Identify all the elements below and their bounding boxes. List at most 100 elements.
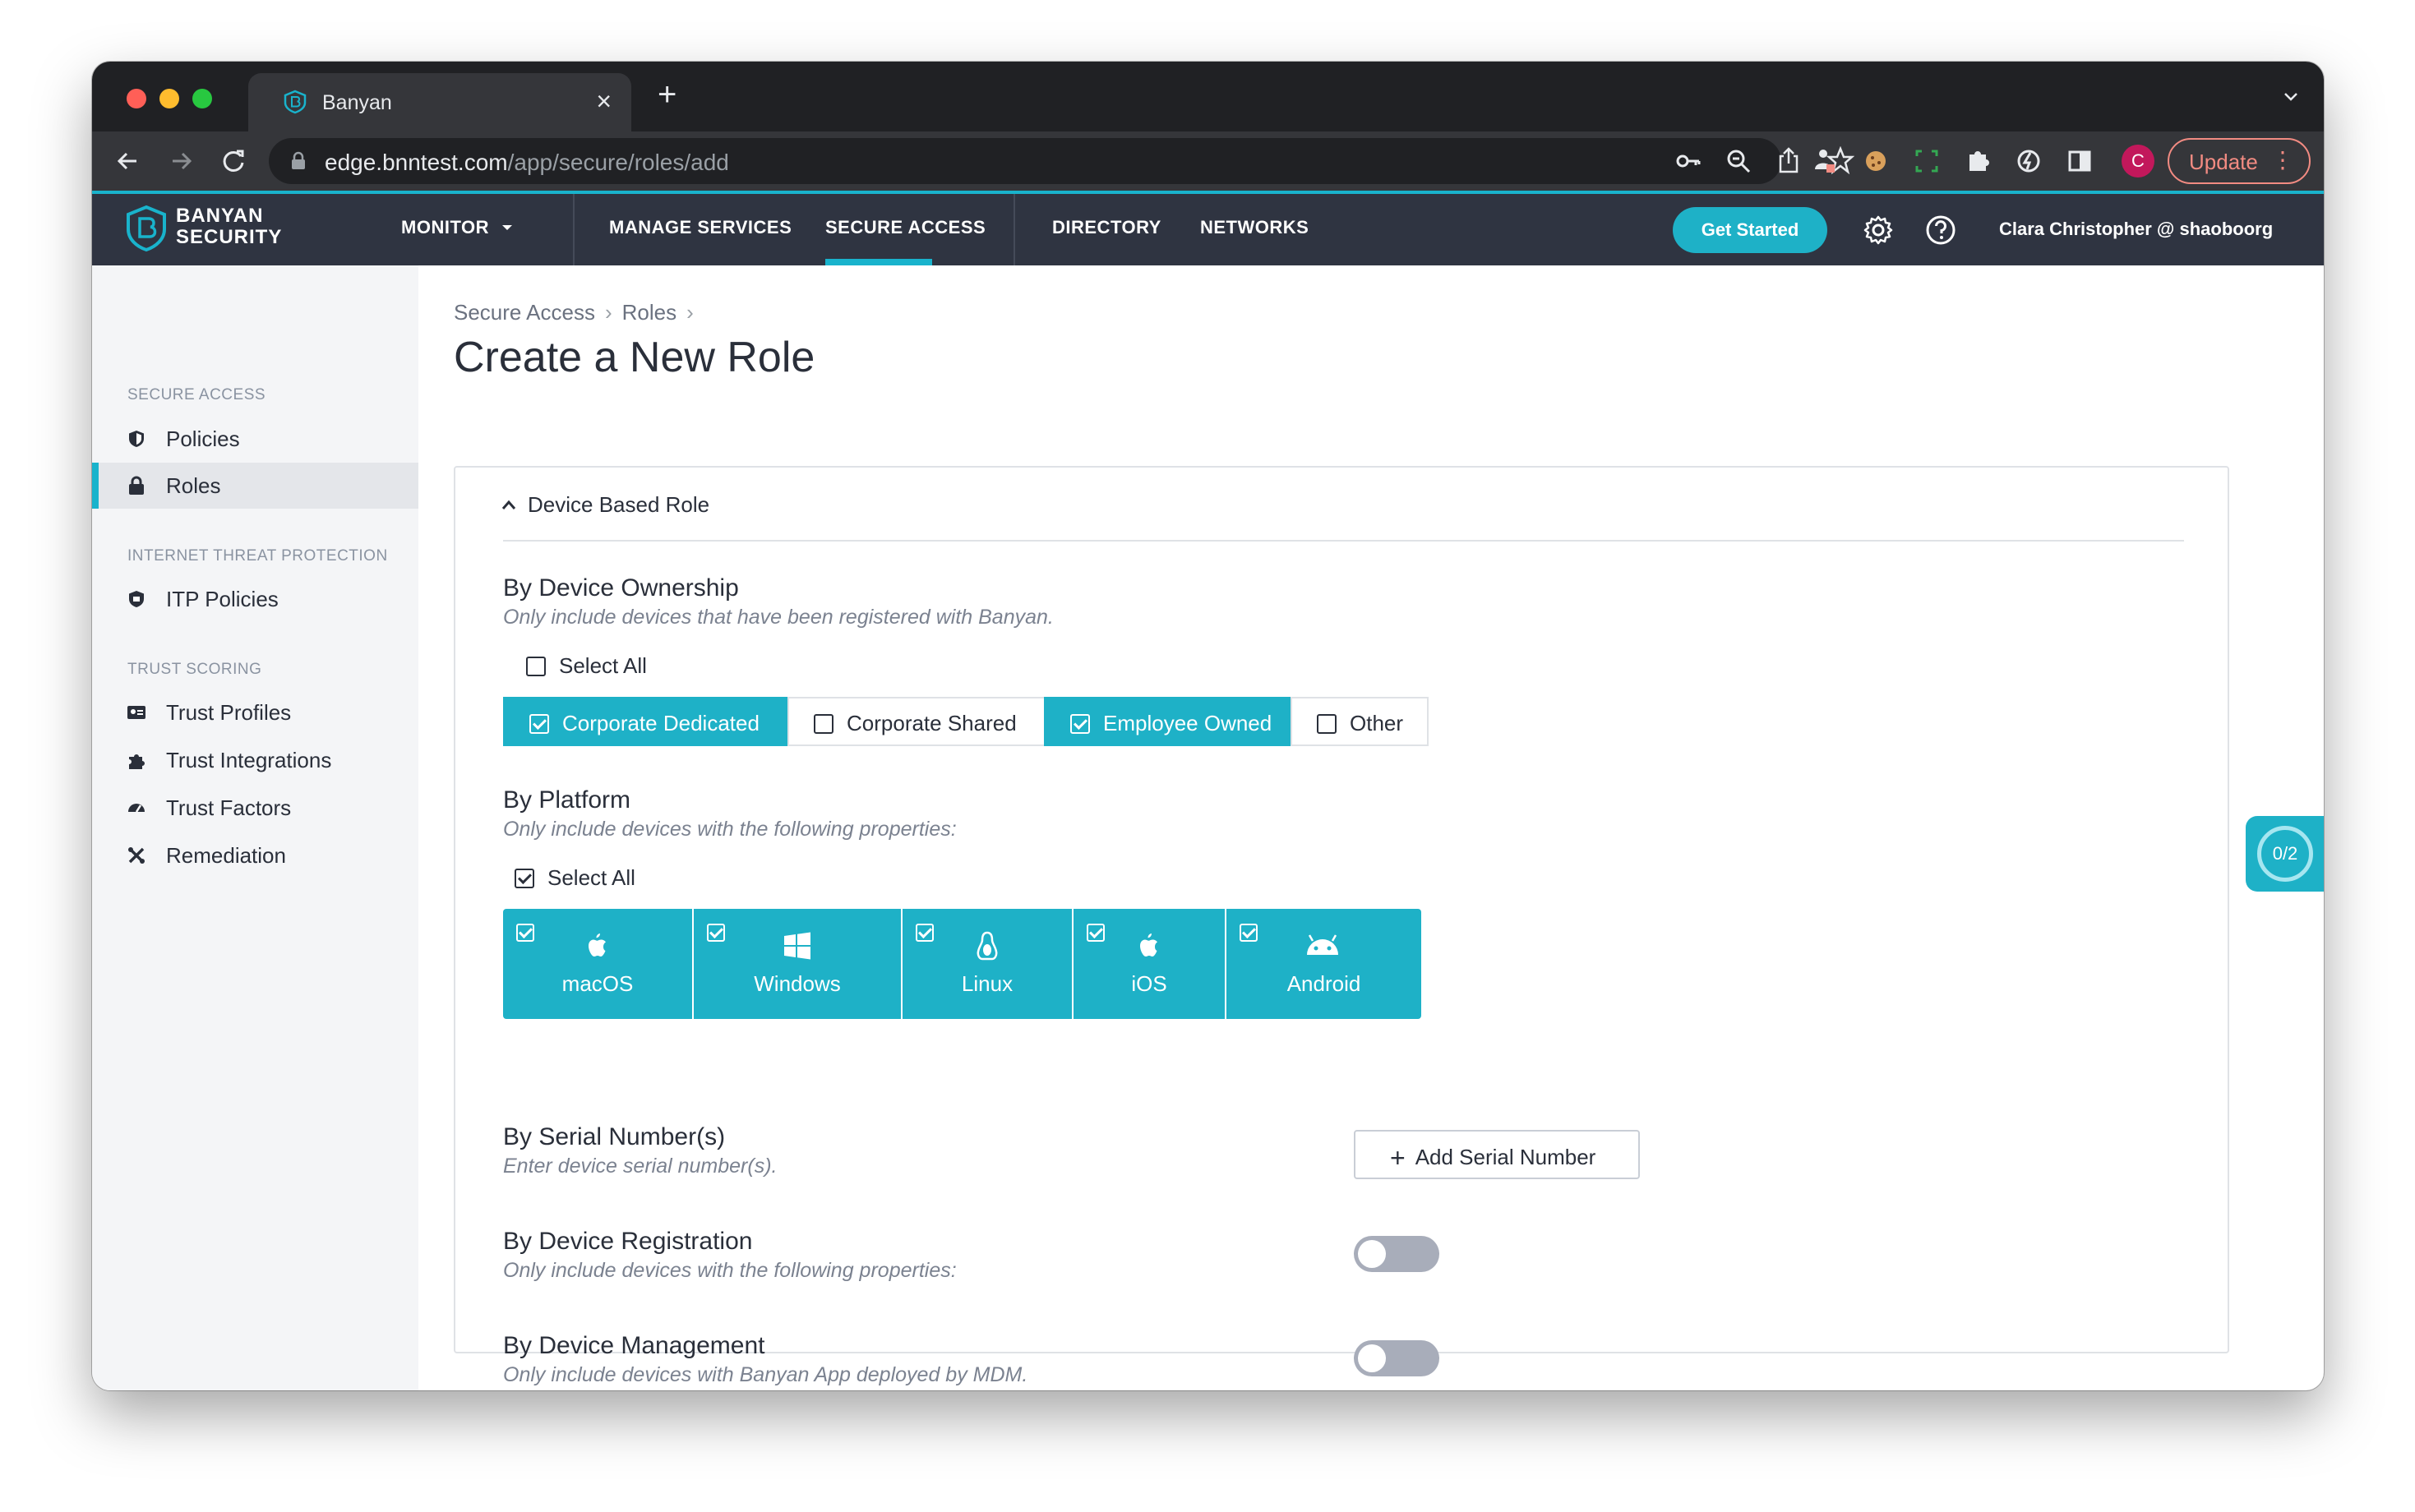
browser-toolbar: edge.bnntest.com/app/secure/roles/add C … [92, 131, 2324, 191]
ownership-select-all[interactable]: Select All [526, 653, 647, 679]
cookie-extension-icon[interactable] [1858, 143, 1894, 179]
toggle-knob [1358, 1344, 1386, 1372]
option-label: Employee Owned [1103, 711, 1272, 735]
sidebar-item-policies[interactable]: Policies [92, 416, 418, 462]
sidebar-heading-secure-access: SECURE ACCESS [127, 386, 266, 403]
linux-tux-icon [977, 931, 998, 961]
extension-person-icon[interactable] [1807, 143, 1843, 179]
select-all-label: Select All [559, 653, 647, 678]
checkbox[interactable] [526, 657, 546, 676]
key-icon[interactable] [1676, 150, 1701, 173]
nav-divider [573, 194, 575, 265]
side-panel-icon[interactable] [2062, 143, 2098, 179]
checkbox-checked[interactable] [516, 924, 534, 942]
checkbox-checked[interactable] [529, 714, 549, 734]
sidebar-item-roles[interactable]: Roles [92, 463, 418, 509]
section-toggle-device-based-role[interactable]: Device Based Role [501, 492, 709, 518]
nav-secure-access[interactable]: SECURE ACCESS [825, 217, 986, 238]
platform-select-all[interactable]: Select All [515, 865, 635, 891]
checkbox-checked[interactable] [707, 924, 725, 942]
forward-arrow-icon[interactable] [163, 143, 199, 179]
platform-option-windows[interactable]: Windows [694, 909, 901, 1019]
platform-option-ios[interactable]: iOS [1074, 909, 1225, 1019]
platform-option-android[interactable]: Android [1226, 909, 1421, 1019]
divider [503, 540, 2184, 542]
checkbox-checked[interactable] [1087, 924, 1105, 942]
extensions-puzzle-icon[interactable] [1960, 143, 1996, 179]
platform-option-macos[interactable]: macOS [503, 909, 692, 1019]
brand-wordmark[interactable]: BANYAN SECURITY [176, 205, 282, 248]
platform-description: Only include devices with the following … [503, 818, 957, 841]
ownership-option-corporate-dedicated[interactable]: Corporate Dedicated [503, 697, 789, 746]
user-account-menu[interactable]: Clara Christopher @ shaoboorg [1999, 219, 2273, 240]
add-serial-number-button[interactable]: + Add Serial Number [1354, 1130, 1640, 1179]
banyan-logo-icon[interactable] [125, 205, 168, 252]
sidebar-item-remediation[interactable]: Remediation [92, 832, 418, 878]
settings-gear-icon[interactable] [1862, 214, 1895, 247]
zoom-icon[interactable] [1725, 148, 1752, 174]
sidebar-item-label: Roles [166, 473, 221, 498]
sidebar-item-trust-profiles[interactable]: Trust Profiles [92, 689, 418, 735]
add-serial-number-label: Add Serial Number [1415, 1145, 1596, 1169]
ownership-option-other[interactable]: Other [1291, 697, 1429, 746]
url-text: edge.bnntest.com/app/secure/roles/add [325, 150, 729, 176]
option-label: Corporate Shared [847, 711, 1017, 735]
share-icon[interactable] [1777, 146, 1800, 174]
breadcrumb-roles[interactable]: Roles [622, 300, 676, 325]
ownership-option-corporate-shared[interactable]: Corporate Shared [787, 697, 1046, 746]
get-started-button[interactable]: Get Started [1673, 207, 1827, 253]
nav-networks[interactable]: NETWORKS [1200, 217, 1309, 238]
sidebar-item-label: Remediation [166, 843, 286, 868]
registration-description: Only include devices with the following … [503, 1259, 957, 1282]
shield-icon [129, 431, 144, 447]
checkbox-checked[interactable] [1070, 714, 1090, 734]
platform-options: macOS Windows Linux iOS Android [503, 909, 1421, 1019]
profile-avatar[interactable]: C [2122, 145, 2154, 177]
nav-directory[interactable]: DIRECTORY [1052, 217, 1161, 238]
device-registration-toggle[interactable] [1354, 1236, 1439, 1272]
device-management-toggle[interactable] [1354, 1340, 1439, 1376]
sidebar-item-trust-factors[interactable]: Trust Factors [92, 785, 418, 831]
sidebar-item-itp-policies[interactable]: ITP Policies [92, 576, 418, 622]
screenshot-extension-icon[interactable] [1909, 143, 1945, 179]
checkbox-checked[interactable] [1240, 924, 1258, 942]
url-host: edge.bnntest.com [325, 150, 508, 175]
checkbox-checked[interactable] [916, 924, 934, 942]
checkbox[interactable] [814, 714, 833, 734]
nav-monitor[interactable]: MONITOR [401, 217, 513, 238]
platform-label: Linux [961, 971, 1014, 996]
breadcrumb-secure-access[interactable]: Secure Access [454, 300, 595, 325]
lock-icon[interactable] [290, 151, 307, 171]
more-menu-icon[interactable]: ⋮ [2271, 146, 2294, 173]
address-bar[interactable]: edge.bnntest.com/app/secure/roles/add [269, 138, 1854, 184]
minimize-window-button[interactable] [159, 89, 179, 108]
nav-manage-services[interactable]: MANAGE SERVICES [609, 217, 792, 238]
help-question-icon[interactable] [1924, 214, 1957, 247]
zoom-window-button[interactable] [192, 89, 212, 108]
url-path: /app/secure/roles/add [507, 150, 729, 175]
toggle-knob [1358, 1240, 1386, 1268]
ownership-option-employee-owned[interactable]: Employee Owned [1044, 697, 1292, 746]
page-title: Create a New Role [454, 334, 815, 381]
platform-label: macOS [561, 971, 634, 996]
browser-tab[interactable]: Banyan × [248, 73, 631, 131]
onboarding-progress-widget[interactable]: 0/2 [2246, 816, 2324, 892]
checkbox-checked[interactable] [515, 869, 534, 888]
management-label: By Device Management [503, 1332, 765, 1359]
checkbox[interactable] [1317, 714, 1337, 734]
performance-icon[interactable] [2011, 143, 2047, 179]
platform-label: By Platform [503, 786, 631, 814]
android-icon [1307, 934, 1338, 955]
tab-strip: Banyan × + [92, 62, 2324, 131]
reload-icon[interactable] [215, 143, 252, 179]
back-arrow-icon[interactable] [110, 143, 146, 179]
update-button[interactable]: Update ⋮ [2168, 138, 2311, 184]
platform-option-linux[interactable]: Linux [903, 909, 1072, 1019]
tab-close-icon[interactable]: × [596, 86, 612, 117]
tab-search-chevron-icon[interactable] [2283, 88, 2299, 104]
breadcrumb: Secure Access › Roles › [454, 300, 704, 325]
new-tab-icon[interactable]: + [658, 78, 676, 111]
progress-ring: 0/2 [2257, 826, 2313, 882]
sidebar-item-trust-integrations[interactable]: Trust Integrations [92, 737, 418, 783]
close-window-button[interactable] [127, 89, 146, 108]
